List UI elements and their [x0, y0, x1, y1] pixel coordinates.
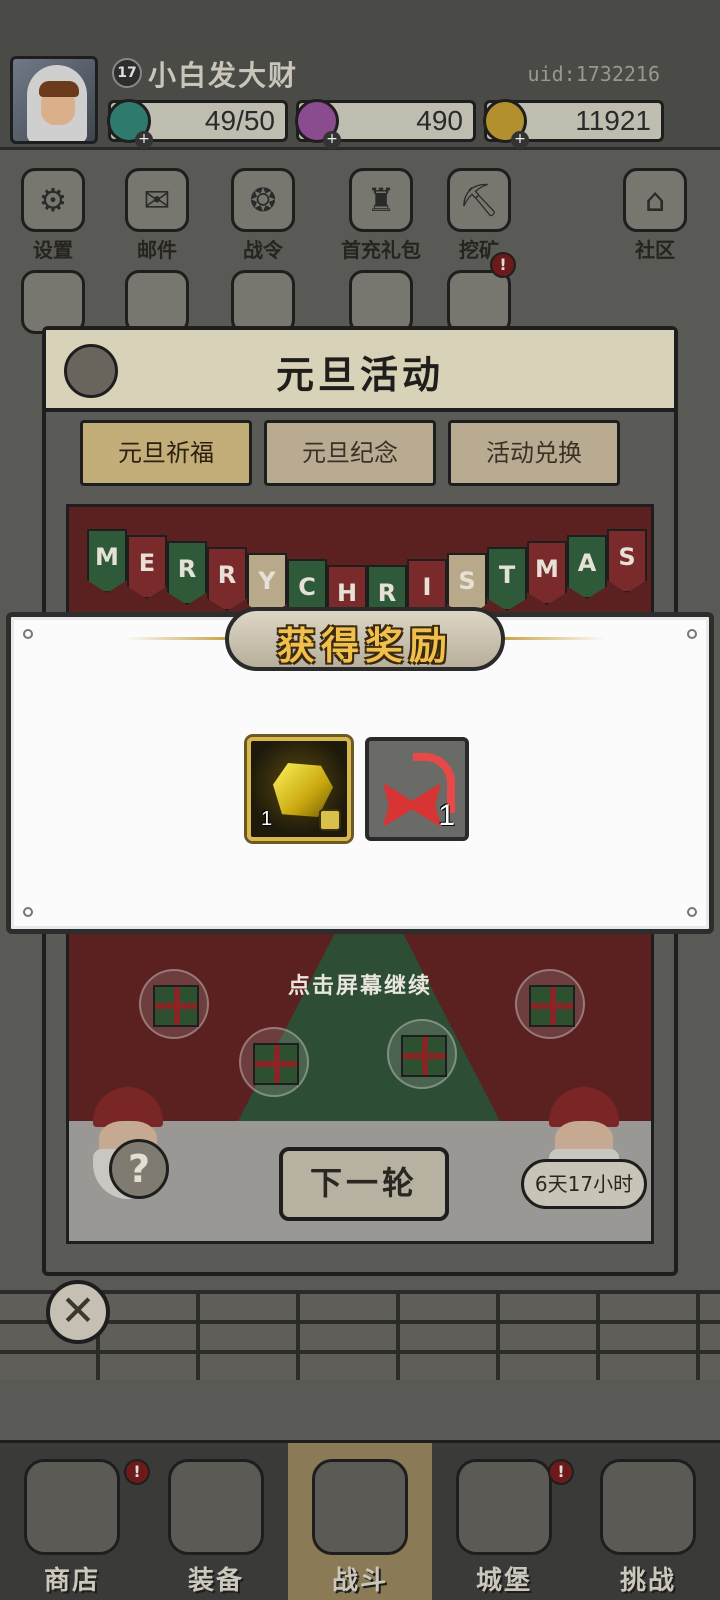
menu-row2-item-5[interactable]: ! [434, 252, 524, 334]
nav-equipment[interactable]: 装备 [144, 1443, 288, 1600]
banner-flag: R [167, 541, 207, 605]
menu-row2-item-3[interactable] [218, 270, 308, 334]
menu-mail[interactable]: ✉ 邮件 [112, 168, 202, 263]
notification-badge: ! [490, 252, 516, 278]
top-bar: 17 小白发大财 uid:1732216 + 49/50 + 490 + 119… [0, 0, 720, 150]
reward-quantity: 1 [438, 799, 455, 832]
red-bow-icon [383, 783, 441, 827]
banner-flag: R [207, 547, 247, 611]
add-gems-button[interactable]: + [323, 131, 341, 149]
gift-bag-icon [447, 270, 511, 334]
gift-box-icon [253, 1043, 299, 1085]
lantern-icon [231, 270, 295, 334]
add-coins-button[interactable]: + [511, 131, 529, 149]
shield-icon [600, 1459, 696, 1555]
banner-flag: M [87, 529, 127, 593]
menu-row2-item-1[interactable] [8, 270, 98, 334]
menu-row2-item-4[interactable] [326, 270, 436, 334]
next-round-button[interactable]: 下一轮 [279, 1147, 449, 1221]
coins-value: 11921 [575, 105, 651, 136]
bottom-navigation: ! 商店 装备 战斗 ! 城堡 挑战 [0, 1440, 720, 1600]
help-button[interactable]: ? [109, 1139, 169, 1199]
menu-community[interactable]: ⌂ 社区 [610, 168, 700, 263]
shop-icon [24, 1459, 120, 1555]
banner-flag: E [127, 535, 167, 599]
corner-rivet [23, 629, 33, 639]
player-avatar[interactable] [10, 56, 98, 144]
panel-title: 元旦活动 [275, 353, 444, 397]
energy-resource: + 49/50 [107, 99, 288, 149]
reward-title-plate: 获得奖励 [125, 607, 605, 671]
gems-resource: + 490 [295, 99, 476, 149]
tab-event-exchange[interactable]: 活动兑换 [448, 420, 620, 486]
menu-battle-pass[interactable]: ❂ 战令 [218, 168, 308, 263]
player-uid: uid:1732216 [527, 62, 660, 86]
menu-settings[interactable]: ⚙ 设置 [8, 168, 98, 263]
banner-flag: S [607, 529, 647, 593]
corner-rivet [23, 907, 33, 917]
tab-new-year-commemoration[interactable]: 元旦纪念 [264, 420, 436, 486]
corner-rivet [687, 629, 697, 639]
event-tabs: 元旦祈福 元旦纪念 活动兑换 [80, 420, 640, 490]
tap-to-continue-hint[interactable]: 点击屏幕继续 [0, 968, 720, 1000]
player-name: 小白发大财 [148, 59, 299, 92]
menu-mining[interactable]: ⛏ 挖矿 [434, 168, 524, 263]
reward-modal: 获得奖励 1 1 [6, 607, 714, 934]
backpack-icon [168, 1459, 264, 1555]
add-energy-button[interactable]: + [135, 131, 153, 149]
panel-header: 元旦活动 [46, 330, 674, 412]
mail-icon: ✉ [125, 168, 189, 232]
player-level-badge: 17 [112, 58, 142, 88]
banner-flag: M [527, 541, 567, 605]
banner-flag: A [567, 535, 607, 599]
gear-icon: ⚙ [21, 168, 85, 232]
nav-challenge[interactable]: 挑战 [576, 1443, 720, 1600]
corner-rivet [687, 907, 697, 917]
battle-pass-icon: ❂ [231, 168, 295, 232]
coins-resource: + 11921 [483, 99, 664, 149]
gift-box-icon [401, 1035, 447, 1077]
crossed-swords-icon [312, 1459, 408, 1555]
reward-quantity: 1 [261, 808, 273, 830]
mining-icon: ⛏ [447, 168, 511, 232]
tab-new-year-blessing[interactable]: 元旦祈福 [80, 420, 252, 486]
reward-item-gold-ore[interactable]: 1 [247, 737, 351, 841]
close-button[interactable]: ✕ [46, 1280, 110, 1344]
magnifier-icon [319, 809, 341, 831]
menu-first-recharge[interactable]: ♜ 首充礼包 [326, 168, 436, 263]
dice-icon [349, 270, 413, 334]
banner-flag: T [487, 547, 527, 611]
reward-title: 获得奖励 [276, 623, 453, 668]
castle-icon [456, 1459, 552, 1555]
helmet-icon [21, 270, 85, 334]
merry-christmas-banner: MERRYCHRISTMAS [79, 517, 649, 629]
nav-castle[interactable]: ! 城堡 [432, 1443, 576, 1600]
gift-bubble-3[interactable] [387, 1019, 457, 1089]
menu-row2-item-2[interactable] [112, 270, 202, 334]
gems-value: 490 [416, 105, 463, 136]
gift-bubble-2[interactable] [239, 1027, 309, 1097]
nav-battle[interactable]: 战斗 [288, 1443, 432, 1600]
first-recharge-bag-icon: ♜ [349, 168, 413, 232]
hourglass-icon [125, 270, 189, 334]
home-community-icon: ⌂ [623, 168, 687, 232]
energy-value: 49/50 [204, 105, 275, 136]
notification-badge: ! [548, 1459, 574, 1485]
nav-shop[interactable]: ! 商店 [0, 1443, 150, 1600]
event-timer: 6天17小时 [521, 1159, 647, 1209]
reward-item-candy-cane[interactable]: 1 [365, 737, 469, 841]
